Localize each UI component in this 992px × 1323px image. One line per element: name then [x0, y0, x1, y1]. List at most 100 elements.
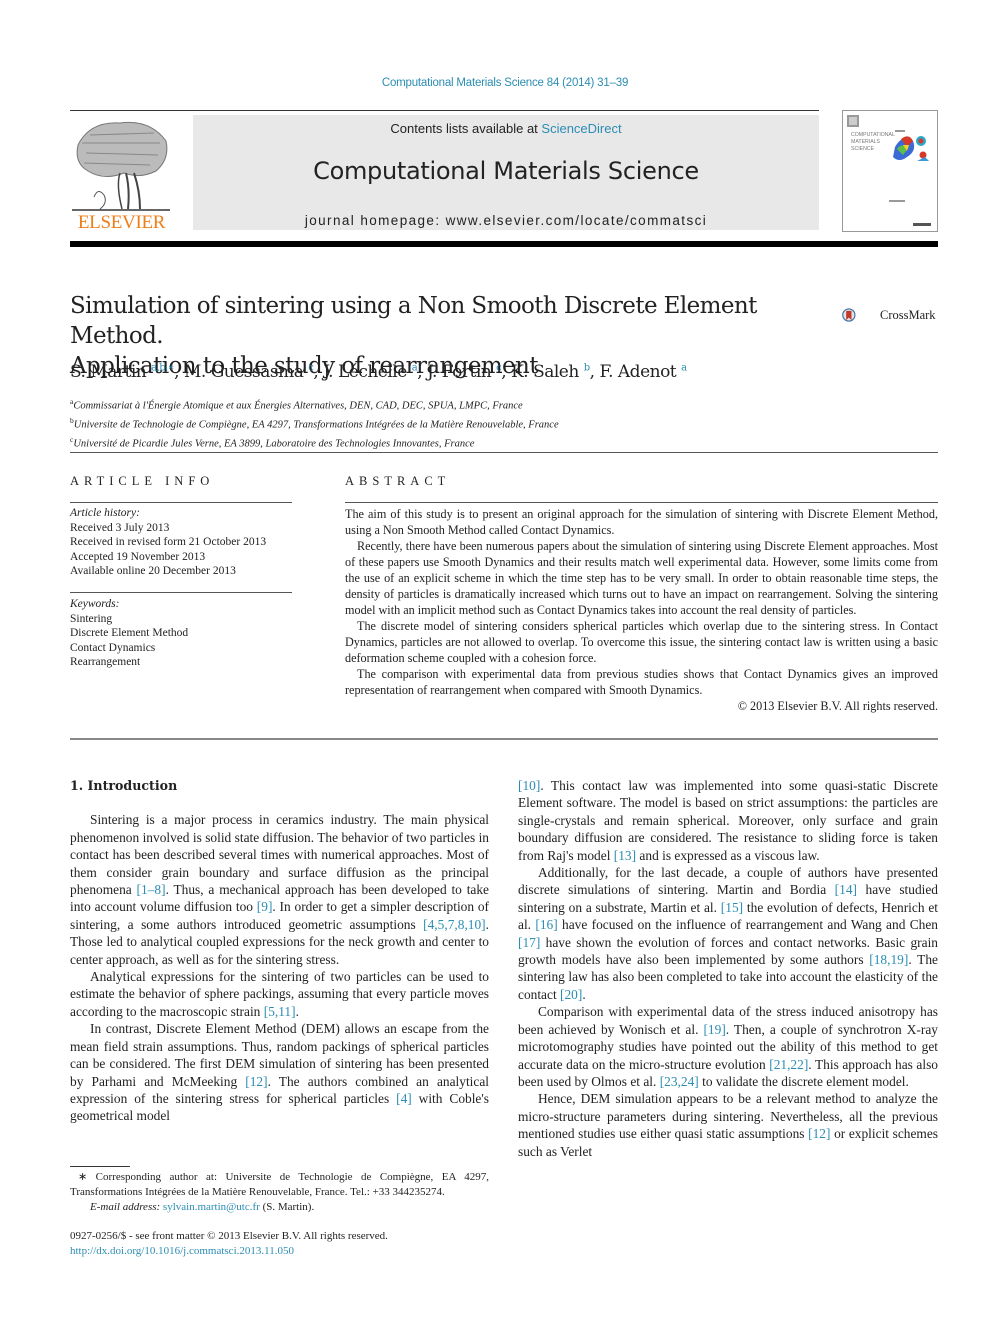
history-label: Article history: [70, 507, 140, 519]
contents-prefix: Contents lists available at [390, 121, 542, 136]
paragraph-text: . [582, 986, 586, 1002]
journal-homepage[interactable]: journal homepage: www.elsevier.com/locat… [193, 213, 819, 228]
cover-art-icon: COMPUTATIONAL MATERIALS SCIENCE [847, 115, 931, 226]
journal-title: Computational Materials Science [313, 157, 699, 185]
paragraph-text: . [295, 1003, 299, 1019]
author-affiliation-marker[interactable]: a [681, 362, 687, 373]
left-paragraphs: Sintering is a major process in ceramics… [70, 811, 489, 1124]
body-column-right: [10]. This contact law was implemented i… [518, 777, 938, 1160]
citation-link[interactable]: [14] [835, 882, 857, 897]
keyword: Contact Dynamics [70, 641, 156, 654]
email-label: E-mail address: [90, 1201, 163, 1213]
svg-text:COMPUTATIONAL: COMPUTATIONAL [851, 132, 895, 138]
body-paragraph: Hence, DEM simulation appears to be a re… [518, 1090, 938, 1160]
running-head[interactable]: Computational Materials Science 84 (2014… [0, 77, 992, 89]
abstract-body: The aim of this study is to present an o… [345, 506, 938, 714]
paragraph-text: have focused on the influence of rearran… [557, 917, 939, 933]
author-affiliation-marker[interactable]: c [496, 362, 502, 373]
citation-link[interactable]: [1–8] [137, 882, 166, 897]
citation-link[interactable]: [18,19] [869, 952, 908, 967]
sciencedirect-link[interactable]: ScienceDirect [541, 121, 621, 136]
article-info-heading: ARTICLE INFO [70, 474, 215, 488]
history-item: Received in revised form 21 October 2013 [70, 536, 267, 548]
divider [70, 502, 292, 503]
paragraph-text: to validate the discrete element model. [698, 1073, 909, 1089]
history-item: Received 3 July 2013 [70, 521, 170, 534]
citation-link[interactable]: [12] [808, 1126, 830, 1141]
author-affiliation-marker[interactable]: c [308, 362, 314, 373]
history-item: Available online 20 December 2013 [70, 565, 236, 577]
affiliation: cUniversité de Picardie Jules Verne, EA … [70, 435, 475, 450]
author-affiliation-marker[interactable]: b [584, 362, 590, 373]
affiliations: aCommissariat à l'Énergie Atomique et au… [70, 395, 930, 452]
divider [70, 738, 938, 740]
keywords-label: Keywords: [70, 598, 120, 610]
citation-link[interactable]: [4] [396, 1091, 412, 1106]
author[interactable]: K. Saleh b [511, 362, 590, 382]
citation-link[interactable]: [15] [721, 900, 743, 915]
abstract-heading: ABSTRACT [345, 474, 451, 488]
email-link[interactable]: sylvain.martin@utc.fr [163, 1201, 260, 1213]
article-title-line-1: Simulation of sintering using a Non Smoo… [70, 293, 757, 349]
citation-link[interactable]: [13] [614, 848, 636, 863]
divider [345, 502, 938, 503]
author-affiliation-marker[interactable]: a [412, 362, 418, 373]
journal-masthead: Contents lists available at ScienceDirec… [193, 115, 819, 230]
author-affiliation-marker[interactable]: a,b,∗ [151, 362, 175, 373]
citation-link[interactable]: [10] [518, 778, 540, 793]
citation-link[interactable]: [12] [245, 1074, 267, 1089]
author-list: S. Martin a,b,∗, M. Guessasma c, J. Léch… [70, 362, 687, 382]
citation-link[interactable]: [16] [535, 917, 557, 932]
divider [70, 110, 819, 111]
keywords: Keywords: Sintering Discrete Element Met… [70, 597, 300, 670]
affiliation: bUniversite de Technologie de Compiègne,… [70, 416, 559, 431]
issn-block: 0927-0256/$ - see front matter © 2013 El… [70, 1229, 500, 1258]
body-paragraph: Analytical expressions for the sintering… [70, 968, 489, 1020]
abstract-copyright: © 2013 Elsevier B.V. All rights reserved… [737, 699, 938, 713]
abstract-paragraph: Recently, there have been numerous paper… [345, 539, 938, 617]
article-history: Article history: Received 3 July 2013 Re… [70, 506, 300, 579]
crossmark-icon[interactable] [842, 296, 880, 334]
body-column-left: 1. Introduction Sintering is a major pro… [70, 777, 489, 1125]
corresponding-author-footnote: ∗ Corresponding author at: Universite de… [70, 1170, 489, 1215]
right-paragraphs: [10]. This contact law was implemented i… [518, 777, 938, 1160]
citation-link[interactable]: [20] [560, 987, 582, 1002]
journal-cover-thumbnail[interactable]: COMPUTATIONAL MATERIALS SCIENCE [842, 110, 938, 232]
svg-text:SCIENCE: SCIENCE [851, 146, 875, 152]
citation-link[interactable]: [4,5,7,8,10] [423, 917, 485, 932]
body-paragraph: In contrast, Discrete Element Method (DE… [70, 1020, 489, 1124]
author[interactable]: J. Léchelle a [323, 362, 418, 382]
doi-link[interactable]: http://dx.doi.org/10.1016/j.commatsci.20… [70, 1244, 500, 1259]
citation-link[interactable]: [5,11] [264, 1004, 296, 1019]
keyword: Discrete Element Method [70, 627, 189, 639]
divider [70, 452, 938, 453]
author[interactable]: J. Fortin c [427, 362, 502, 382]
citation-link[interactable]: [21,22] [769, 1057, 808, 1072]
keyword: Sintering [70, 612, 113, 625]
author[interactable]: F. Adenot a [599, 362, 687, 382]
divider [70, 592, 292, 593]
contents-line: Contents lists available at ScienceDirec… [193, 121, 819, 136]
author[interactable]: M. Guessasma c [184, 362, 314, 382]
header-rule [70, 241, 938, 247]
footnote-marker: ∗ [78, 1171, 88, 1183]
section-heading: 1. Introduction [70, 778, 178, 793]
paragraph-text: and is expressed as a viscous law. [636, 847, 820, 863]
svg-text:MATERIALS: MATERIALS [851, 139, 881, 145]
crossmark-label[interactable]: CrossMark [880, 308, 936, 323]
citation-link[interactable]: [23,24] [660, 1074, 699, 1089]
citation-link[interactable]: [19] [703, 1022, 725, 1037]
abstract-paragraph: The comparison with experimental data fr… [345, 667, 938, 697]
author[interactable]: S. Martin a,b,∗ [70, 362, 175, 382]
abstract-paragraph: The aim of this study is to present an o… [345, 507, 938, 537]
citation-link[interactable]: [9] [257, 899, 273, 914]
footnote-text: Corresponding author at: Universite de T… [70, 1171, 489, 1198]
issn-line: 0927-0256/$ - see front matter © 2013 El… [70, 1230, 388, 1242]
footnote-rule [70, 1166, 130, 1167]
body-paragraph: Sintering is a major process in ceramics… [70, 811, 489, 968]
history-item: Accepted 19 November 2013 [70, 550, 206, 563]
citation-link[interactable]: [17] [518, 935, 540, 950]
affiliation: aCommissariat à l'Énergie Atomique et au… [70, 397, 523, 412]
body-paragraph: [10]. This contact law was implemented i… [518, 777, 938, 864]
elsevier-wordmark: ELSEVIER [77, 212, 166, 233]
